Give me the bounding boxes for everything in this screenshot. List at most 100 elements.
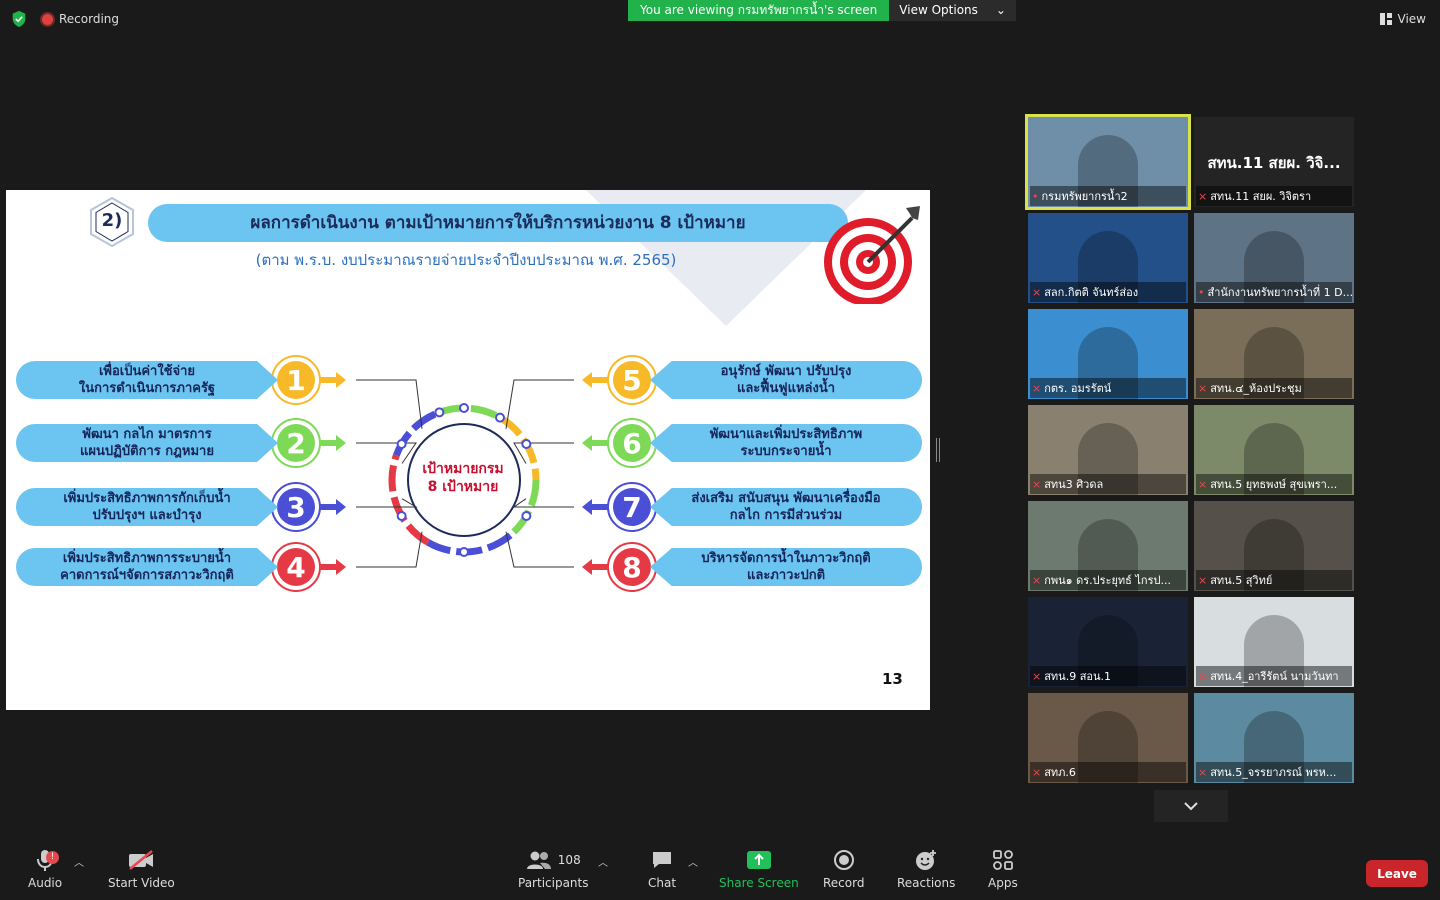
participant-label: ⨯ สทน.9 สอน.1 xyxy=(1030,666,1186,686)
goal-text: พัฒนาและเพิ่มประสิทธิภาพ ระบบกระจายน้ำ xyxy=(709,427,863,459)
participant-tile[interactable]: ⨯ สทน.๔_ห้องประชุม xyxy=(1194,309,1354,399)
participant-tile[interactable]: สทน.11 สยผ. วิจิ... ⨯ สทน.11 สยผ. วิจิตรา xyxy=(1194,117,1354,207)
record-dot-icon xyxy=(42,13,53,25)
ring-dot xyxy=(521,511,532,521)
view-button[interactable]: View xyxy=(1379,12,1426,26)
share-screen-label: Share Screen xyxy=(719,876,799,890)
audio-options-caret[interactable]: ︿ xyxy=(74,854,84,869)
goal-number: 7 xyxy=(622,491,641,524)
participant-tile[interactable]: ⨯ สทน.5_จรรยาภรณ์ พรห... xyxy=(1194,693,1354,783)
participant-tile[interactable]: ⨯ สลก.กิตติ จันทร์ส่อง xyxy=(1028,213,1188,303)
participant-name: สลก.กิตติ จันทร์ส่อง xyxy=(1044,286,1139,299)
goal-pill-2: พัฒนา กลไก มาตรการ แผนปฏิบัติการ กฎหมาย xyxy=(16,424,278,462)
goal-number: 5 xyxy=(622,364,641,397)
goal-text: เพิ่มประสิทธิภาพการระบายน้ำ คาดการณ์ฯจัด… xyxy=(60,551,234,583)
start-video-button[interactable]: Start Video xyxy=(108,848,175,890)
participant-label: • สำนักงานทรัพยากรน้ำที่ 1 D... xyxy=(1196,282,1352,302)
reactions-label: Reactions xyxy=(897,876,956,890)
goal-text: บริหารจัดการน้ำในภาวะวิกฤติ และภาวะปกติ xyxy=(701,551,871,583)
participant-name: สำนักงานทรัพยากรน้ำที่ 1 D... xyxy=(1207,286,1353,299)
view-options-button[interactable]: View Options ⌄ xyxy=(889,0,1016,21)
participants-options-caret[interactable]: ︿ xyxy=(598,854,608,869)
slide-page-number: 13 xyxy=(882,670,903,688)
gallery-next-page-button[interactable] xyxy=(1154,790,1228,822)
participant-name: สทน.5_จรรยาภรณ์ พรห... xyxy=(1210,766,1337,779)
participants-label: Participants xyxy=(518,876,589,890)
participant-label: ⨯ สทน.5 ยุทธพงษ์ สุขเพรา... xyxy=(1196,474,1352,494)
goal-pill-5: อนุรักษ์ พัฒนา ปรับปรุง และฟื้นฟูแหล่งน้… xyxy=(650,361,922,399)
participant-name: สทน.๔_ห้องประชุม xyxy=(1210,382,1302,395)
viewing-banner: You are viewing กรมทรัพยากรน้ำ's screen … xyxy=(628,0,1016,21)
chat-icon xyxy=(653,852,672,868)
connector-line xyxy=(356,498,418,508)
goal-pill-3: เพิ่มประสิทธิภาพการกักเก็บน้ำ ปรับปรุงฯ … xyxy=(16,488,278,526)
participant-tile[interactable]: • สำนักงานทรัพยากรน้ำที่ 1 D... xyxy=(1194,213,1354,303)
participant-name: กรมทรัพยากรน้ำ2 xyxy=(1041,190,1128,203)
apps-button[interactable]: Apps xyxy=(988,848,1018,890)
chevron-down-icon: ⌄ xyxy=(995,3,1006,17)
participant-tile[interactable]: ⨯ สทน3 ศิวดล xyxy=(1028,405,1188,495)
pin-icon: • xyxy=(1032,189,1039,203)
mic-muted-icon: ⨯ xyxy=(1032,477,1042,491)
participant-tile[interactable]: ⨯ สทน.4_อารีรัตน์ นามวันทา xyxy=(1194,597,1354,687)
participant-tile[interactable]: ⨯ สทน.5 สุวิทย์ xyxy=(1194,501,1354,591)
participant-tile[interactable]: • กรมทรัพยากรน้ำ2 xyxy=(1025,114,1191,210)
goal-pill-6: พัฒนาและเพิ่มประสิทธิภาพ ระบบกระจายน้ำ xyxy=(650,424,922,462)
participant-name: สทน.11 สยผ. วิจิตรา xyxy=(1210,190,1312,203)
ring-dot xyxy=(521,439,532,449)
video-off-icon xyxy=(129,850,154,870)
leave-button[interactable]: Leave xyxy=(1366,860,1428,887)
mic-muted-icon: ⨯ xyxy=(1198,765,1208,779)
center-label: เป้าหมายกรม 8 เป้าหมาย xyxy=(422,461,504,495)
mic-muted-icon: ⨯ xyxy=(1198,477,1208,491)
mic-muted-icon: ⨯ xyxy=(1198,189,1208,203)
participant-tile[interactable]: ⨯ สทน.5 ยุทธพงษ์ สุขเพรา... xyxy=(1194,405,1354,495)
recording-indicator[interactable]: Recording xyxy=(42,12,119,26)
reactions-button[interactable]: Reactions xyxy=(897,848,955,890)
grid-view-icon xyxy=(1379,13,1392,25)
goal-number: 1 xyxy=(286,364,305,397)
mic-muted-icon: ⨯ xyxy=(1198,573,1208,587)
goal-pill-7: ส่งเสริม สนับสนุน พัฒนาเครื่องมือ กลไก ก… xyxy=(650,488,922,526)
participant-label: ⨯ กตร. อมรรัตน์ xyxy=(1030,378,1186,398)
participant-label: • กรมทรัพยากรน้ำ2 xyxy=(1030,186,1186,206)
participant-tile[interactable]: ⨯ กพน๑ ดร.ประยุทธ์ ไกรป... xyxy=(1028,501,1188,591)
participants-button[interactable]: 108 Participants xyxy=(518,848,589,890)
goal-number: 2 xyxy=(286,427,305,460)
chat-button[interactable]: Chat xyxy=(648,848,676,890)
connector-line xyxy=(356,531,423,568)
start-video-label: Start Video xyxy=(108,876,175,890)
goal-text: พัฒนา กลไก มาตรการ แผนปฏิบัติการ กฎหมาย xyxy=(80,427,214,459)
mic-muted-icon: ⨯ xyxy=(1032,573,1042,587)
chat-options-caret[interactable]: ︿ xyxy=(688,854,698,869)
participants-count: 108 xyxy=(557,853,581,867)
participant-name: สทภ.6 xyxy=(1044,766,1076,779)
share-screen-icon xyxy=(746,851,771,869)
meeting-toolbar: Audio ︿ Start Video 108 Participants ︿ C… xyxy=(0,840,1440,900)
mic-muted-icon: ⨯ xyxy=(1198,381,1208,395)
share-screen-button[interactable]: Share Screen xyxy=(719,848,799,890)
participant-name: กพน๑ ดร.ประยุทธ์ ไกรป... xyxy=(1044,574,1171,587)
chat-label: Chat xyxy=(648,876,677,890)
participant-name: สทน3 ศิวดล xyxy=(1044,478,1104,491)
participant-name: สทน.5 สุวิทย์ xyxy=(1210,574,1273,587)
split-resize-handle[interactable] xyxy=(936,438,940,462)
connector-line xyxy=(356,379,423,429)
goal-number: 3 xyxy=(286,491,305,524)
recording-label: Recording xyxy=(59,12,120,26)
record-button[interactable]: Record xyxy=(823,848,864,890)
participant-tile[interactable]: ⨯ สทน.9 สอน.1 xyxy=(1028,597,1188,687)
mic-muted-icon: ⨯ xyxy=(1032,669,1042,683)
pin-icon: • xyxy=(1198,285,1205,299)
smiley-add-icon xyxy=(916,850,937,870)
participant-tile[interactable]: ⨯ สทภ.6 xyxy=(1028,693,1188,783)
participant-tile[interactable]: ⨯ กตร. อมรรัตน์ xyxy=(1028,309,1188,399)
ring-dot xyxy=(495,412,505,423)
shield-icon[interactable] xyxy=(10,10,28,28)
ring-dot xyxy=(459,403,469,413)
top-left-status: Recording xyxy=(10,10,119,28)
participant-label: ⨯ กพน๑ ดร.ประยุทธ์ ไกรป... xyxy=(1030,570,1186,590)
goal-pill-4: เพิ่มประสิทธิภาพการระบายน้ำ คาดการณ์ฯจัด… xyxy=(16,548,278,586)
view-label: View xyxy=(1397,12,1426,26)
participant-label: ⨯ สทน3 ศิวดล xyxy=(1030,474,1186,494)
